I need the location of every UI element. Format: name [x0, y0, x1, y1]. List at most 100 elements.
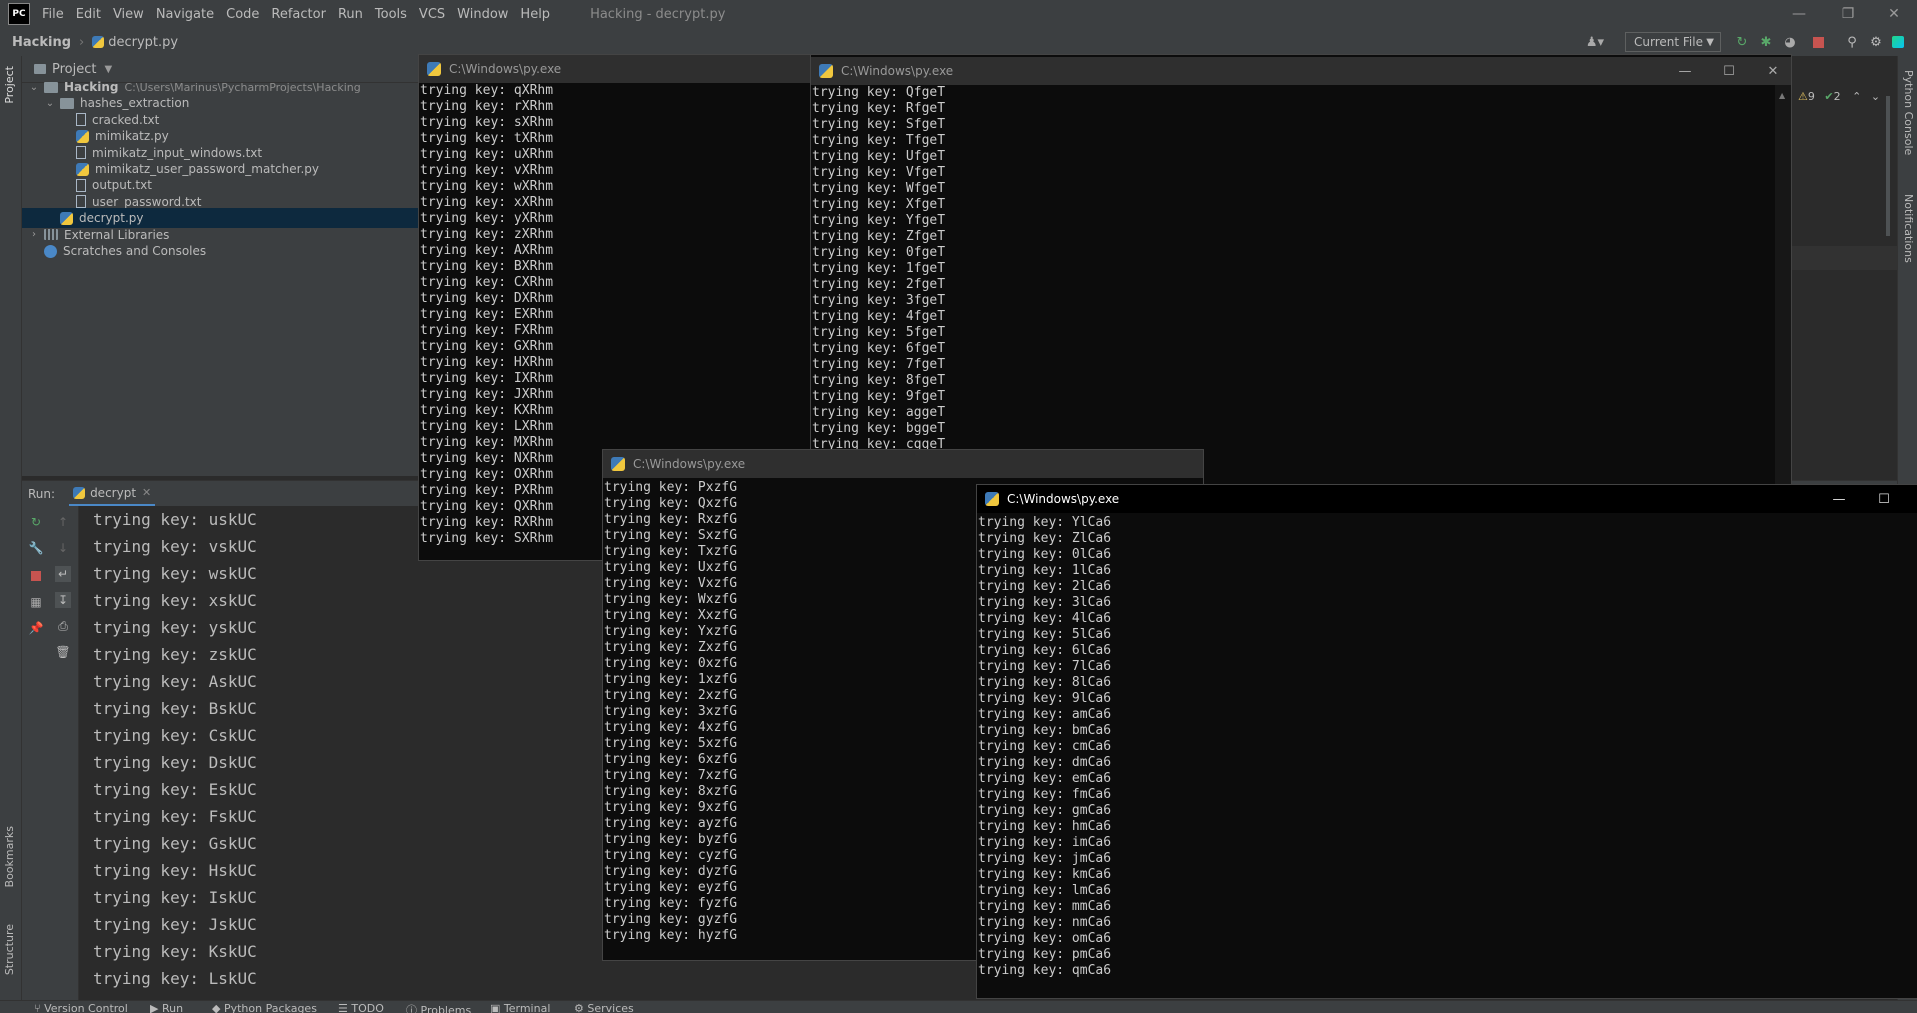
text-file-icon [76, 178, 86, 192]
menu-tools[interactable]: Tools [375, 7, 407, 22]
console-line: trying key: jmCa6 [978, 851, 1112, 866]
menu-edit[interactable]: Edit [76, 7, 101, 22]
layout-icon[interactable]: ▦ [28, 594, 44, 610]
minimize-button[interactable]: — [1817, 485, 1861, 513]
run-tab-decrypt[interactable]: decrypt ✕ [69, 481, 156, 507]
arrow-up-icon[interactable]: ↑ [55, 514, 71, 530]
trash-icon[interactable]: 🗑 [55, 644, 71, 660]
pycharm-logo[interactable]: PC [8, 3, 30, 25]
console-line: trying key: sXRhm [420, 115, 554, 130]
bottom-tab-services[interactable]: ⚙ Services [574, 1002, 634, 1013]
tab-python-console[interactable]: Python Console [1902, 70, 1915, 155]
inspection-widget[interactable]: ⚠9 ✔2 ⌃ ⌄ [1798, 90, 1880, 103]
maximize-button[interactable]: ☐ [1707, 57, 1751, 85]
tab-project[interactable]: Project [3, 66, 16, 104]
console-line: trying key: zXRhm [420, 227, 554, 242]
console-line: trying key: aggeT [812, 405, 946, 420]
gear-icon[interactable]: ⚙ [1868, 34, 1884, 50]
menu-refactor[interactable]: Refactor [271, 7, 326, 22]
menu-run[interactable]: Run [338, 7, 363, 22]
bottom-tab-python-packages[interactable]: ◆ Python Packages [212, 1002, 317, 1013]
user-icon[interactable]: ♟▾ [1586, 34, 1604, 50]
rerun-icon[interactable]: ↻ [1734, 34, 1750, 50]
scroll-to-end-icon[interactable]: ↧ [55, 592, 71, 608]
soft-wrap-icon[interactable]: ↵ [55, 566, 71, 582]
tab-icon: ▣ [490, 1002, 504, 1013]
stop-icon[interactable] [1810, 34, 1826, 50]
console-line: trying key: lmCa6 [978, 883, 1112, 898]
close-tab-icon[interactable]: ✕ [142, 486, 151, 499]
console-line: trying key: gmCa6 [978, 803, 1112, 818]
tab-structure[interactable]: Structure [3, 924, 16, 975]
console-line: trying key: TfgeT [812, 133, 946, 148]
menu-help[interactable]: Help [520, 7, 550, 22]
console-line: trying key: 1xzfG [604, 672, 738, 687]
menu-file[interactable]: File [42, 7, 64, 22]
console-line: trying key: JskUC [93, 915, 257, 934]
menu-view[interactable]: View [113, 7, 144, 22]
rerun-icon[interactable]: ↻ [28, 514, 44, 530]
tree-item[interactable]: Scratches and Consoles [22, 241, 420, 261]
run-configuration-select[interactable]: Current File ▼ [1625, 32, 1721, 52]
bottom-tab-label: Python Packages [223, 1002, 317, 1013]
arrow-down-icon[interactable]: ↓ [55, 540, 71, 556]
chevron-up-icon[interactable]: ⌃ [1852, 90, 1861, 103]
breadcrumb-project[interactable]: Hacking [12, 35, 71, 50]
menu-navigate[interactable]: Navigate [156, 7, 214, 22]
print-icon[interactable]: ⎙ [55, 618, 71, 634]
bottom-tab-version-control[interactable]: ⑂ Version Control [34, 1002, 128, 1013]
debug-icon[interactable]: ✱ [1758, 34, 1774, 50]
editor-scrollbar[interactable] [1886, 96, 1890, 236]
console-title-bar[interactable]: C:\Windows\py.exe — ☐ ✕ [811, 57, 1791, 85]
profile-icon[interactable]: ◕ [1782, 34, 1798, 50]
pin-icon[interactable]: 📌 [28, 620, 44, 636]
menu-code[interactable]: Code [226, 7, 259, 22]
project-icon [34, 64, 46, 74]
bottom-tab-run[interactable]: ▶ Run [150, 1002, 183, 1013]
console-line: trying key: LXRhm [420, 419, 554, 434]
maximize-button[interactable]: ☐ [1862, 485, 1906, 513]
chevron-right-icon[interactable]: › [28, 229, 40, 240]
tab-bookmarks[interactable]: Bookmarks [3, 826, 16, 887]
menu-vcs[interactable]: VCS [419, 7, 445, 22]
chevron-down-icon[interactable]: ⌄ [28, 82, 40, 93]
text-file-icon [76, 195, 86, 209]
console-line: trying key: ayzfG [604, 816, 738, 831]
jetbrains-icon[interactable] [1890, 34, 1906, 50]
minimize-button[interactable]: — [1777, 0, 1821, 28]
python-file-icon [73, 486, 86, 499]
console-window-active[interactable]: C:\Windows\py.exe — ☐ trying key: YlCa6 t… [977, 485, 1917, 998]
stop-icon[interactable] [28, 568, 44, 584]
tab-icon: ⚙ [574, 1002, 588, 1013]
tab-icon: ◆ [212, 1002, 224, 1013]
project-view-select[interactable]: Project [52, 62, 96, 77]
scroll-up-icon[interactable]: ▲ [1779, 91, 1787, 100]
console-line: trying key: LskUC [93, 969, 257, 988]
console-line: trying key: AskUC [93, 672, 257, 691]
chevron-down-icon[interactable]: ⌄ [44, 98, 56, 109]
console-line: trying key: 2fgeT [812, 277, 946, 292]
breadcrumb-file[interactable]: decrypt.py [108, 35, 178, 50]
console-line: trying key: 5lCa6 [978, 627, 1112, 642]
minimize-button[interactable]: — [1663, 57, 1707, 85]
wrench-icon[interactable]: 🔧 [28, 540, 44, 556]
console-title-bar[interactable]: C:\Windows\py.exe [603, 450, 1203, 478]
restore-button[interactable]: ❐ [1826, 0, 1870, 28]
menu-window[interactable]: Window [457, 7, 508, 22]
bottom-tab-terminal[interactable]: ▣ Terminal [490, 1002, 550, 1013]
console-output[interactable]: trying key: YlCa6 trying key: ZlCa6 trying… [977, 515, 1917, 998]
console-line: trying key: kmCa6 [978, 867, 1112, 882]
console-line: trying key: NXRhm [420, 451, 554, 466]
console-line: trying key: 6lCa6 [978, 643, 1112, 658]
chevron-down-icon[interactable]: ⌄ [1871, 90, 1880, 103]
close-button[interactable]: ✕ [1872, 0, 1916, 28]
chevron-down-icon[interactable]: ▼ [104, 64, 112, 75]
bottom-tab-problems[interactable]: ⓘ Problems [406, 1002, 471, 1013]
console-title-bar[interactable]: C:\Windows\py.exe — ☐ [977, 485, 1917, 513]
bottom-tab-todo[interactable]: ☰ TODO [338, 1002, 384, 1013]
ok-count: 2 [1833, 90, 1841, 103]
search-icon[interactable]: ⚲ [1844, 34, 1860, 50]
close-button[interactable]: ✕ [1751, 57, 1791, 85]
tab-notifications[interactable]: Notifications [1902, 194, 1915, 263]
console-line: trying key: uskUC [93, 510, 257, 529]
